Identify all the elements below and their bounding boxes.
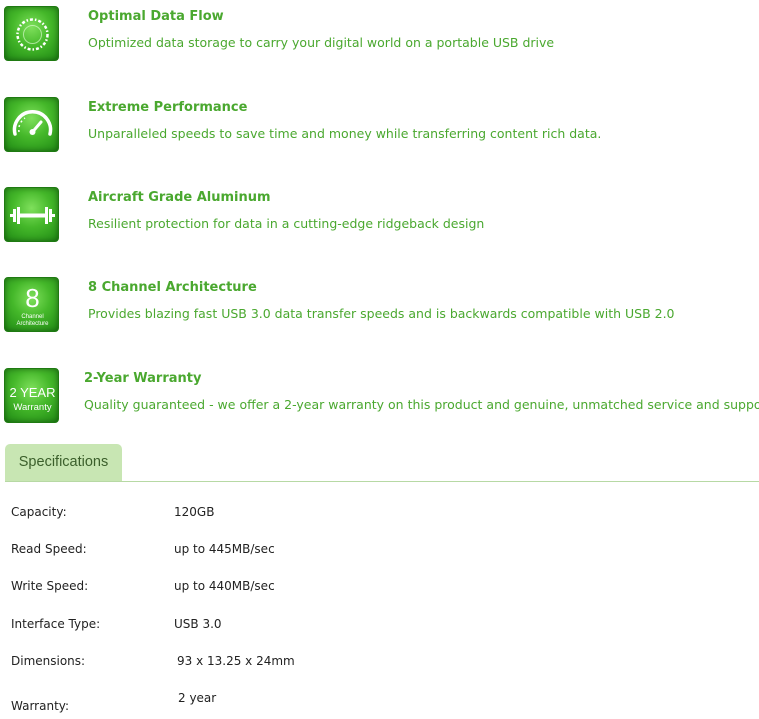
spec-label: Dimensions: bbox=[11, 654, 86, 668]
icon-title: 2 YEAR bbox=[9, 385, 56, 400]
spec-value: up to 440MB/sec bbox=[174, 579, 275, 593]
feature-description: Resilient protection for data in a cutti… bbox=[88, 216, 485, 231]
spec-row-capacity: Capacity: 120GB bbox=[0, 505, 759, 525]
tab-specifications[interactable]: Specifications bbox=[5, 444, 122, 481]
spec-label: Capacity: bbox=[11, 505, 67, 519]
spec-label: Read Speed: bbox=[11, 542, 87, 556]
spec-value: USB 3.0 bbox=[174, 617, 222, 631]
specifications-tab-bar: Specifications bbox=[5, 444, 759, 482]
warranty-icon: 2 YEAR Warranty bbox=[4, 368, 59, 423]
spec-label: Interface Type: bbox=[11, 617, 101, 631]
spec-value: 93 x 13.25 x 24mm bbox=[177, 654, 295, 668]
spec-label: Warranty: bbox=[11, 699, 70, 713]
feature-description: Unparalleled speeds to save time and mon… bbox=[88, 126, 602, 141]
feature-title: Optimal Data Flow bbox=[88, 9, 224, 24]
feature-title: Aircraft Grade Aluminum bbox=[88, 190, 271, 205]
feature-description: Optimized data storage to carry your dig… bbox=[88, 35, 555, 50]
icon-caption: Channel Architecture bbox=[16, 314, 49, 327]
spec-row-dimensions: Dimensions: 93 x 13.25 x 24mm bbox=[0, 654, 759, 674]
feature-title: Extreme Performance bbox=[88, 100, 248, 115]
spec-value: 2 year bbox=[178, 691, 217, 705]
icon-caption: Warranty bbox=[13, 402, 52, 413]
spec-row-write-speed: Write Speed: up to 440MB/sec bbox=[0, 579, 759, 599]
spec-row-warranty: Warranty: 2 year bbox=[0, 691, 759, 713]
feature-title: 2-Year Warranty bbox=[84, 371, 202, 386]
binary-data-icon bbox=[4, 6, 59, 61]
icon-number: 8 bbox=[25, 283, 40, 313]
feature-description: Quality guaranteed - we offer a 2-year w… bbox=[84, 397, 759, 412]
feature-description: Provides blazing fast USB 3.0 data trans… bbox=[88, 306, 675, 321]
spec-label: Write Speed: bbox=[11, 579, 89, 593]
spec-value: up to 445MB/sec bbox=[174, 542, 275, 556]
feature-title: 8 Channel Architecture bbox=[88, 280, 257, 295]
spec-row-read-speed: Read Speed: up to 445MB/sec bbox=[0, 542, 759, 562]
channel-architecture-icon: 8 Channel Architecture bbox=[4, 277, 59, 332]
spec-row-interface-type: Interface Type: USB 3.0 bbox=[0, 617, 759, 637]
spec-value: 120GB bbox=[174, 505, 215, 519]
speedometer-icon bbox=[4, 97, 59, 152]
barbell-icon bbox=[4, 187, 59, 242]
